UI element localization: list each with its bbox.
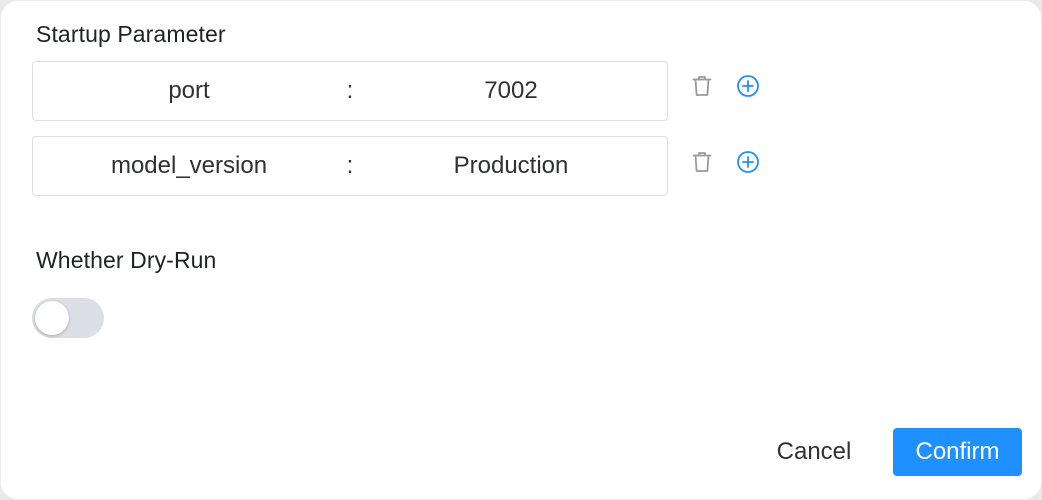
- param-key-input[interactable]: port: [33, 62, 345, 120]
- dry-run-label: Whether Dry-Run: [36, 247, 217, 273]
- startup-parameter-dialog: Startup Parameter port : 7002 model_vers…: [0, 0, 1042, 500]
- plus-circle-icon: [736, 74, 760, 103]
- dry-run-toggle[interactable]: [32, 298, 104, 338]
- toggle-knob: [35, 301, 69, 335]
- startup-parameter-label: Startup Parameter: [36, 21, 226, 47]
- confirm-button[interactable]: Confirm: [893, 428, 1022, 476]
- param-row: port : 7002: [32, 61, 668, 121]
- add-param-button[interactable]: [733, 149, 763, 179]
- param-row-actions: [687, 149, 767, 179]
- cancel-button[interactable]: Cancel: [759, 428, 869, 476]
- param-value-input[interactable]: 7002: [353, 62, 669, 120]
- param-value-input[interactable]: Production: [353, 137, 669, 195]
- plus-circle-icon: [736, 150, 760, 179]
- delete-param-button[interactable]: [687, 149, 717, 179]
- add-param-button[interactable]: [733, 73, 763, 103]
- trash-icon: [692, 75, 712, 102]
- param-row-actions: [687, 73, 767, 103]
- param-row: model_version : Production: [32, 136, 668, 196]
- param-key-input[interactable]: model_version: [33, 137, 345, 195]
- trash-icon: [692, 151, 712, 178]
- delete-param-button[interactable]: [687, 73, 717, 103]
